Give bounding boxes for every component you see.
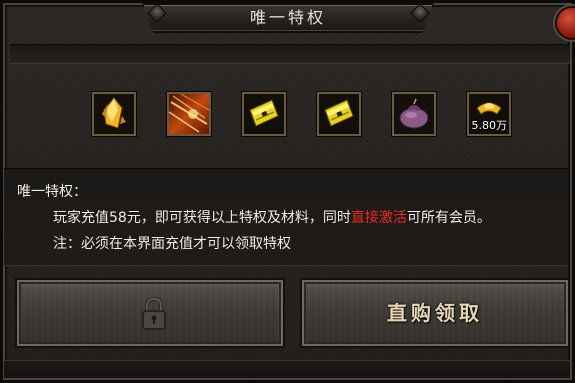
reward-slot-1[interactable] xyxy=(92,92,136,136)
reward-slot-4[interactable] xyxy=(317,92,361,136)
bottom-band xyxy=(4,360,570,378)
window-title: 唯一特权 xyxy=(249,8,326,27)
item-quantity-label: 5.80万 xyxy=(471,119,508,132)
reward-slot-2[interactable] xyxy=(167,92,211,136)
reward-slot-6[interactable]: 5.80万 xyxy=(467,92,511,136)
padlock-icon xyxy=(142,296,166,330)
description-line-1: 玩家充值58元，即可获得以上特权及材料，同时直接激活可所有会员。 xyxy=(53,209,491,227)
activation-highlight-text: 直接激活 xyxy=(350,210,407,226)
description-heading: 唯一特权： xyxy=(17,184,87,200)
gold-crystal-icon xyxy=(94,94,134,134)
header-band xyxy=(10,44,570,64)
fire-skill-icon xyxy=(169,94,209,134)
locked-button[interactable] xyxy=(15,278,285,348)
description-line-2: 注：必须在本界面充值才可以领取特权 xyxy=(53,236,291,252)
yellow-book-icon xyxy=(244,94,284,134)
yellow-book-icon xyxy=(319,94,359,134)
direct-purchase-claim-button[interactable]: 直购领取 xyxy=(300,278,570,348)
claim-button-label: 直购领取 xyxy=(387,301,483,325)
reward-item-row: 5.80万 xyxy=(92,92,512,142)
reward-slot-3[interactable] xyxy=(242,92,286,136)
description-line-1-text: 玩家充值58元，即可获得以上特权及材料，同时 xyxy=(53,210,351,226)
purple-pouch-icon xyxy=(394,94,434,134)
description-line-1-tail: 可所有会员。 xyxy=(406,210,491,226)
reward-slot-5[interactable] xyxy=(392,92,436,136)
